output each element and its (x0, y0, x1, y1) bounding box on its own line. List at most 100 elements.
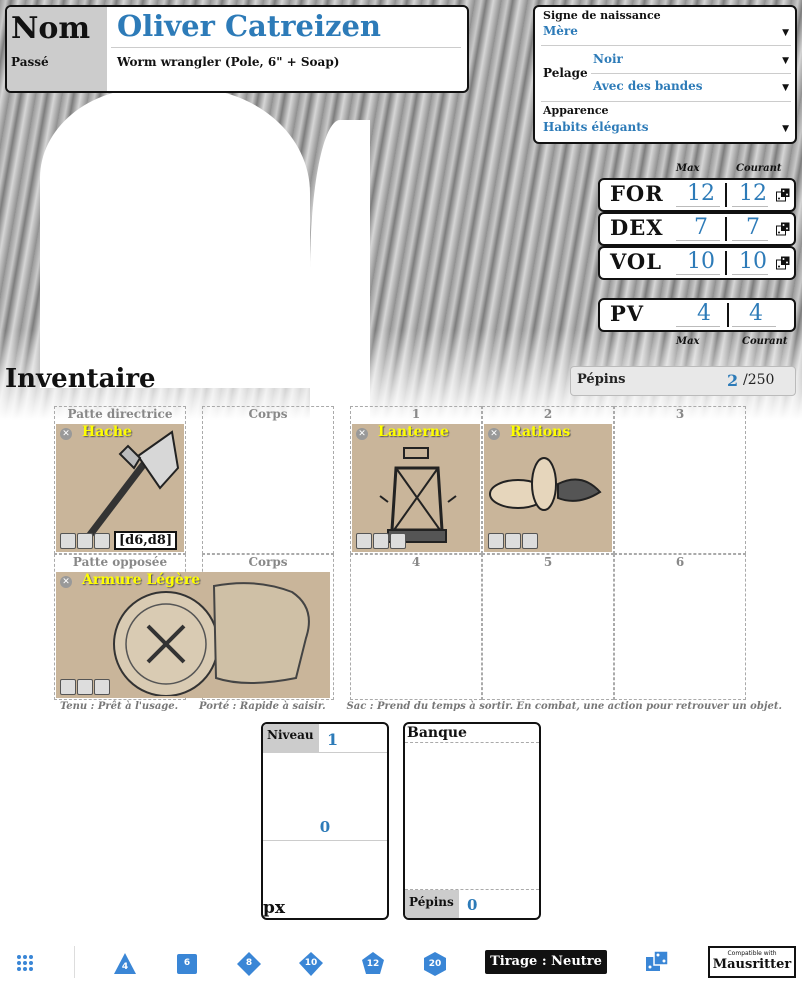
pips-counter: Pépins 2 /250 (570, 366, 796, 396)
dice-roll-icon[interactable] (776, 222, 790, 236)
divider (591, 73, 791, 74)
stat-row-dex: DEX 7 7 (598, 212, 796, 246)
wood-hole (40, 88, 310, 388)
hp-current[interactable]: 4 (734, 301, 778, 326)
usage-box[interactable] (373, 533, 389, 549)
grid-menu-icon[interactable] (16, 954, 34, 972)
pack-slot-4[interactable]: 4 (350, 554, 482, 700)
pack-slot-6[interactable]: 6 (614, 554, 746, 700)
dice-toolbar: 4 6 8 10 12 20 Tirage : Neutre Compatibl… (0, 942, 802, 982)
d20-icon[interactable]: 20 (423, 952, 447, 976)
usage-box[interactable] (390, 533, 406, 549)
divider (541, 101, 791, 102)
underline (676, 274, 720, 275)
inventory-legend: Tenu : Prêt à l'usage. Porté : Rapide à … (60, 701, 782, 712)
item-name: Armure Légère (82, 572, 201, 588)
stat-row-str: FOR 12 12 (598, 178, 796, 212)
usage-box[interactable] (60, 679, 76, 695)
stat-max[interactable]: 12 (672, 181, 730, 206)
divider (541, 45, 791, 46)
stat-current[interactable]: 12 (734, 181, 772, 206)
stat-name: FOR (610, 181, 664, 206)
wood-hole (310, 120, 370, 420)
item-card-rations[interactable]: ✕ Rations (484, 424, 612, 552)
roll-mode-button[interactable]: Tirage : Neutre (485, 950, 607, 974)
remove-item-icon[interactable]: ✕ (60, 428, 72, 440)
chevron-down-icon[interactable]: ▼ (782, 83, 789, 93)
item-card-light-armor[interactable]: ✕ Armure Légère (56, 572, 330, 698)
divider (111, 47, 461, 48)
coat-color-select[interactable]: Noir (593, 52, 623, 66)
xp-label: px (263, 898, 286, 918)
d10-icon[interactable]: 10 (299, 952, 323, 976)
max-header: Max (676, 336, 700, 347)
pips-value[interactable]: 2 (727, 371, 738, 390)
slot-label: Corps (248, 555, 288, 569)
usage-box[interactable] (77, 679, 93, 695)
d6-icon[interactable]: 6 (175, 952, 199, 976)
die-label: 8 (245, 958, 253, 968)
usage-box[interactable] (77, 533, 93, 549)
slot-label: Patte opposée (72, 555, 168, 569)
die-label: 4 (121, 962, 129, 972)
stat-max[interactable]: 10 (672, 249, 730, 274)
usage-box[interactable] (522, 533, 538, 549)
underline (732, 326, 776, 327)
birthsign-select[interactable]: Mère (543, 24, 578, 38)
stat-max[interactable]: 7 (672, 215, 730, 240)
dice-roll-icon[interactable] (776, 188, 790, 202)
background-field[interactable]: Worm wrangler (Pole, 6" + Soap) (117, 55, 339, 69)
compat-text: Compatible with (727, 950, 777, 957)
max-header: Max (676, 163, 700, 174)
usage-box[interactable] (488, 533, 504, 549)
pips-label: Pépins (577, 372, 626, 387)
bank-storage-area[interactable] (405, 742, 539, 890)
usage-box[interactable] (356, 533, 372, 549)
underline (732, 240, 768, 241)
usage-box[interactable] (60, 533, 76, 549)
level-value[interactable]: 1 (327, 730, 338, 749)
stat-current[interactable]: 10 (734, 249, 772, 274)
d12-icon[interactable]: 12 (361, 952, 385, 976)
slot-label: Corps (248, 407, 288, 421)
name-label: Nom (11, 11, 91, 46)
slot-body[interactable]: Corps (202, 406, 334, 554)
rations-icon (489, 457, 602, 511)
bank-pips-value[interactable]: 0 (467, 896, 477, 914)
usage-box[interactable] (505, 533, 521, 549)
remove-item-icon[interactable]: ✕ (488, 428, 500, 440)
slot-label: 5 (543, 555, 553, 569)
dice-roll-icon[interactable] (645, 950, 669, 974)
background-label: Passé (11, 55, 49, 69)
usage-box[interactable] (94, 533, 110, 549)
dice-roll-icon[interactable] (776, 256, 790, 270)
usage-box[interactable] (94, 679, 110, 695)
pips-max: /250 (743, 372, 775, 388)
d8-icon[interactable]: 8 (237, 952, 261, 976)
underline (676, 206, 720, 207)
stat-current[interactable]: 7 (734, 215, 772, 240)
pack-slot-5[interactable]: 5 (482, 554, 614, 700)
xp-value[interactable]: 0 (263, 818, 387, 836)
divider (263, 752, 387, 753)
pack-slot-3[interactable]: 3 (614, 406, 746, 554)
item-card-lantern[interactable]: ✕ Lanterne (352, 424, 480, 552)
underline (732, 206, 768, 207)
divider (727, 303, 729, 327)
item-card-axe[interactable]: ✕ Hache [d6,d8] (56, 424, 184, 552)
d4-icon[interactable]: 4 (113, 952, 137, 976)
look-select[interactable]: Habits élégants (543, 120, 649, 134)
slot-label: 4 (411, 555, 421, 569)
armor-icon (113, 582, 310, 696)
current-header: Courant (742, 336, 788, 347)
chevron-down-icon[interactable]: ▼ (782, 28, 789, 38)
chevron-down-icon[interactable]: ▼ (782, 56, 789, 66)
chevron-down-icon[interactable]: ▼ (782, 124, 789, 134)
name-field[interactable]: Oliver Catreizen (117, 9, 381, 43)
traits-panel: Signe de naissance Mère ▼ Noir ▼ Pelage … (533, 5, 797, 144)
hp-max[interactable]: 4 (676, 301, 732, 326)
stat-name: DEX (610, 215, 664, 240)
remove-item-icon[interactable]: ✕ (60, 576, 72, 588)
remove-item-icon[interactable]: ✕ (356, 428, 368, 440)
coat-pattern-select[interactable]: Avec des bandes (593, 79, 703, 93)
